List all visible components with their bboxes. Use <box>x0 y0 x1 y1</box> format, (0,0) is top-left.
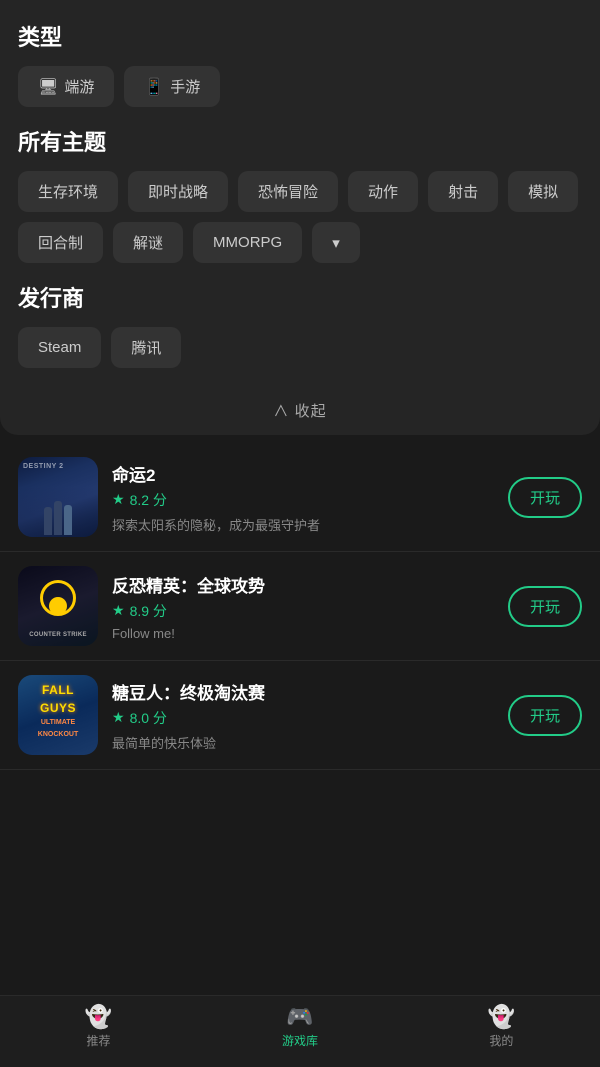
game-list: 命运2 ★ 8.2 分 探索太阳系的隐秘，成为最强守护者 开玩 COUNTER … <box>0 435 600 850</box>
fg-text-fall: FALL <box>42 683 74 697</box>
game-name-fallguys: 糖豆人：终极淘汰赛 <box>112 679 494 704</box>
play-btn-destiny2[interactable]: 开玩 <box>508 477 582 518</box>
game-thumb-fallguys[interactable]: FALL GUYS ULTIMATE KNOCKOUT <box>18 675 98 755</box>
theme-btn-3[interactable]: 动作 <box>348 171 418 212</box>
game-name-csgo: 反恐精英：全球攻势 <box>112 572 494 597</box>
fg-text-knockout: KNOCKOUT <box>38 731 78 738</box>
nav-item-recommend[interactable]: 👻 推荐 <box>85 1006 112 1049</box>
game-item-fallguys: FALL GUYS ULTIMATE KNOCKOUT 糖豆人：终极淘汰赛 ★ … <box>0 661 600 770</box>
fig1 <box>44 507 52 535</box>
theme-btn-6[interactable]: 回合制 <box>18 222 103 263</box>
filter-panel: 类型 🖥 端游 📱 手游 所有主题 生存环境 即时战略 恐怖冒险 动作 射击 模… <box>0 0 600 435</box>
game-desc-destiny2: 探索太阳系的隐秘，成为最强守护者 <box>112 515 494 534</box>
type-btn-group: 🖥 端游 📱 手游 <box>18 66 582 107</box>
star-icon-destiny2: ★ <box>112 491 125 508</box>
bottom-nav: 👻 推荐 🎮 游戏库 👻 我的 <box>0 995 600 1067</box>
publisher-btn-tencent[interactable]: 腾讯 <box>111 327 181 368</box>
nav-item-mine[interactable]: 👻 我的 <box>488 1006 515 1049</box>
nav-label-mine: 我的 <box>489 1032 513 1049</box>
type-btn-desktop[interactable]: 🖥 端游 <box>18 66 114 107</box>
game-thumb-csgo[interactable]: COUNTER STRIKE <box>18 566 98 646</box>
publisher-btn-group: Steam 腾讯 <box>18 327 582 368</box>
collapse-bar[interactable]: ∧ 收起 <box>18 386 582 435</box>
game-rating-csgo: ★ 8.9 分 <box>112 601 494 621</box>
section-publisher-title: 发行商 <box>18 281 582 313</box>
nav-label-recommend: 推荐 <box>87 1032 111 1049</box>
section-type-title: 类型 <box>18 20 582 52</box>
theme-btn-0[interactable]: 生存环境 <box>18 171 118 212</box>
mobile-icon: 📱 <box>144 77 164 97</box>
game-info-fallguys: 糖豆人：终极淘汰赛 ★ 8.0 分 最简单的快乐体验 <box>112 679 494 752</box>
game-thumb-destiny2[interactable] <box>18 457 98 537</box>
game-info-csgo: 反恐精英：全球攻势 ★ 8.9 分 Follow me! <box>112 572 494 641</box>
game-item-csgo: COUNTER STRIKE 反恐精英：全球攻势 ★ 8.9 分 Follow … <box>0 552 600 661</box>
theme-btn-7[interactable]: 解谜 <box>113 222 183 263</box>
nav-label-library: 游戏库 <box>282 1032 318 1049</box>
game-rating-fallguys: ★ 8.0 分 <box>112 708 494 728</box>
game-name-destiny2: 命运2 <box>112 461 494 486</box>
star-icon-fallguys: ★ <box>112 709 125 726</box>
csgo-logo-outer <box>40 580 76 616</box>
desktop-icon: 🖥 <box>38 77 58 97</box>
section-theme-title: 所有主题 <box>18 125 582 157</box>
csgo-text: COUNTER STRIKE <box>29 632 87 638</box>
game-rating-destiny2: ★ 8.2 分 <box>112 490 494 510</box>
theme-btn-2[interactable]: 恐怖冒险 <box>238 171 338 212</box>
fig2 <box>54 501 62 535</box>
play-btn-csgo[interactable]: 开玩 <box>508 586 582 627</box>
theme-btn-1[interactable]: 即时战略 <box>128 171 228 212</box>
game-item-destiny2: 命运2 ★ 8.2 分 探索太阳系的隐秘，成为最强守护者 开玩 <box>0 443 600 552</box>
destiny-figures <box>18 487 98 537</box>
fg-text-ultimate: ULTIMATE <box>41 719 75 726</box>
theme-btn-more[interactable]: ▾ <box>312 222 360 263</box>
nav-item-library[interactable]: 🎮 游戏库 <box>282 1006 318 1049</box>
theme-btn-4[interactable]: 射击 <box>428 171 498 212</box>
recommend-icon: 👻 <box>85 1006 112 1028</box>
publisher-btn-steam[interactable]: Steam <box>18 327 101 368</box>
game-info-destiny2: 命运2 ★ 8.2 分 探索太阳系的隐秘，成为最强守护者 <box>112 461 494 534</box>
game-desc-fallguys: 最简单的快乐体验 <box>112 733 494 752</box>
play-btn-fallguys[interactable]: 开玩 <box>508 695 582 736</box>
mine-icon: 👻 <box>488 1006 515 1028</box>
star-icon-csgo: ★ <box>112 602 125 619</box>
library-icon: 🎮 <box>286 1006 313 1028</box>
theme-btn-8[interactable]: MMORPG <box>193 222 302 263</box>
fg-text-guys: GUYS <box>40 701 76 715</box>
game-desc-csgo: Follow me! <box>112 626 494 641</box>
fig3 <box>64 505 72 535</box>
type-btn-mobile[interactable]: 📱 手游 <box>124 66 220 107</box>
theme-btn-group: 生存环境 即时战略 恐怖冒险 动作 射击 模拟 回合制 解谜 MMORPG ▾ <box>18 171 582 263</box>
theme-btn-5[interactable]: 模拟 <box>508 171 578 212</box>
